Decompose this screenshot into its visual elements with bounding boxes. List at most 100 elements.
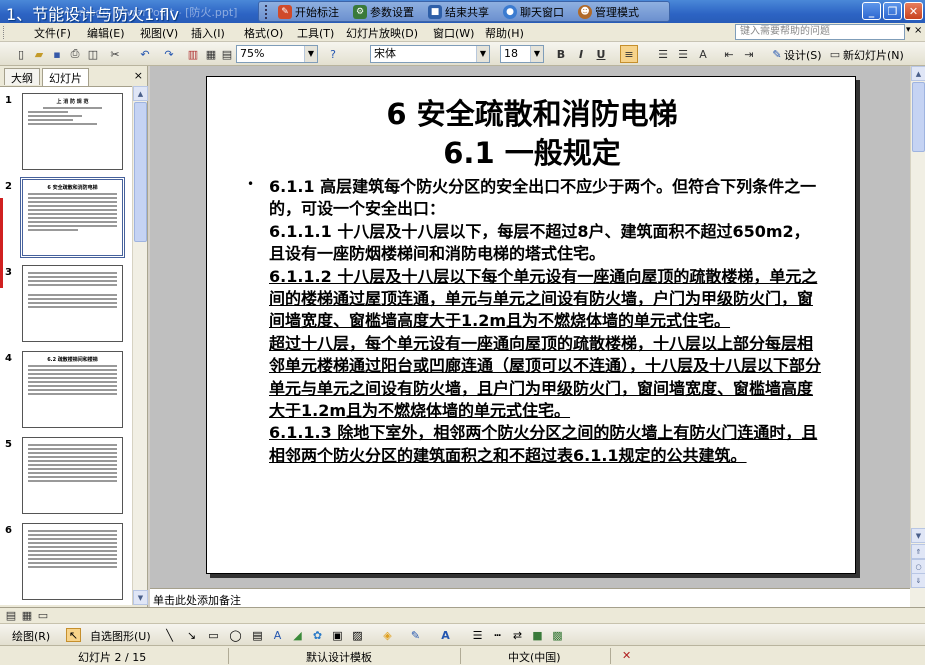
indent-icon[interactable]: ⇤ — [720, 45, 738, 63]
menu-help[interactable]: 帮助(H) — [485, 25, 524, 41]
arrow-icon[interactable]: ↘ — [184, 628, 199, 642]
3d-icon[interactable]: ▩ — [550, 628, 565, 642]
font-name-select[interactable]: 宋体 ▼ — [370, 45, 490, 63]
restore-button[interactable]: ❐ — [883, 2, 902, 20]
font-color-icon[interactable]: A — [438, 628, 453, 642]
font-size-select[interactable]: 18 ▼ — [500, 45, 544, 63]
dash-style-icon[interactable]: ┅ — [490, 628, 505, 642]
menu-window[interactable]: 窗口(W) — [433, 25, 474, 41]
print-icon[interactable]: ⎙ — [66, 45, 84, 63]
end-share-button[interactable]: ■ 结束共享 — [424, 3, 493, 20]
bullets-icon[interactable]: ☰ — [674, 45, 692, 63]
draw-menu-button[interactable]: 绘图(R) — [12, 628, 50, 644]
slide-thumbnail[interactable]: 1 上 消 防 规 范 — [0, 93, 132, 177]
numbering-icon[interactable]: ☰ — [654, 45, 672, 63]
minimize-button[interactable]: _ — [862, 2, 881, 20]
menu-slideshow[interactable]: 幻灯片放映(D) — [346, 25, 418, 41]
menu-file[interactable]: 文件(F) — [34, 25, 71, 41]
insert-image-icon[interactable]: ▨ — [350, 628, 365, 642]
cut-icon[interactable]: ✂ — [106, 45, 124, 63]
chat-window-button[interactable]: ● 聊天窗口 — [499, 3, 568, 20]
new-file-icon[interactable]: ▯ — [12, 45, 30, 63]
scroll-up-icon[interactable]: ▲ — [133, 86, 148, 101]
chevron-down-icon: ▼ — [476, 46, 489, 62]
notes-scrollbar[interactable] — [910, 588, 925, 607]
scroll-thumb[interactable] — [134, 102, 147, 242]
select-cursor-icon[interactable]: ↖ — [66, 628, 81, 642]
font-grow-icon[interactable]: A — [694, 45, 712, 63]
slide-thumbnail[interactable]: 3 — [0, 265, 132, 349]
close-document-icon[interactable]: × — [914, 25, 922, 36]
menu-format[interactable]: 格式(O) — [244, 25, 283, 41]
scroll-thumb[interactable] — [912, 82, 925, 152]
diagram-icon[interactable]: ◢ — [290, 628, 305, 642]
arrow-style-icon[interactable]: ⇄ — [510, 628, 525, 642]
open-folder-icon[interactable]: ▰ — [30, 45, 48, 63]
slide-preview-title: 上 消 防 规 范 — [56, 99, 89, 105]
fill-color-icon[interactable]: ◈ — [380, 628, 395, 642]
line-icon[interactable]: ╲ — [162, 628, 177, 642]
zoom-select[interactable]: 75% ▼ — [236, 45, 318, 63]
clipart-icon[interactable]: ✿ — [310, 628, 325, 642]
align-left-icon[interactable]: ≡ — [620, 45, 638, 63]
close-button[interactable]: ✕ — [904, 2, 923, 20]
preview-icon[interactable]: ◫ — [84, 45, 102, 63]
select-object-icon[interactable]: ○ — [911, 559, 925, 574]
outdent-icon[interactable]: ⇥ — [740, 45, 758, 63]
slide-thumbnail[interactable]: 4 6.2 疏散楼梯间和楼梯 — [0, 351, 132, 435]
menu-edit[interactable]: 编辑(E) — [87, 25, 125, 41]
bold-button[interactable]: B — [552, 45, 570, 63]
slide-canvas[interactable]: 6 安全疏散和消防电梯 6.1 一般规定 • 6.1.1 高层建筑每个防火分区的… — [206, 76, 856, 574]
tab-outline[interactable]: 大纲 — [4, 68, 40, 85]
settings-icon: ⚙ — [353, 4, 367, 19]
previous-slide-icon[interactable]: ⇑ — [911, 544, 925, 559]
notes-pane[interactable]: 单击此处添加备注 — [150, 588, 910, 607]
autoshapes-button[interactable]: 自选图形(U) — [90, 628, 151, 644]
design-button[interactable]: 设计(S) — [784, 47, 822, 63]
slide-subtitle[interactable]: 6.1 一般规定 — [207, 130, 857, 172]
admin-mode-button[interactable]: ☻ 管理模式 — [574, 3, 643, 20]
settings-button[interactable]: ⚙ 参数设置 — [349, 3, 418, 20]
slideshow-view-icon[interactable]: ▭ — [34, 608, 52, 623]
menu-insert[interactable]: 插入(I) — [191, 25, 225, 41]
undo-icon[interactable]: ↶ — [136, 45, 154, 63]
slide-thumbnail[interactable]: 6 — [0, 523, 132, 605]
shadow-icon[interactable]: ■ — [530, 628, 545, 642]
ellipse-icon[interactable]: ◯ — [228, 628, 243, 642]
scroll-down-icon[interactable]: ▼ — [911, 528, 925, 543]
next-slide-icon[interactable]: ⇓ — [911, 573, 925, 588]
slide-body-text[interactable]: 6.1.1 高层建筑每个防火分区的安全出口不应少于两个。但符合下列条件之一的，可… — [269, 176, 825, 467]
meeting-toolbar: ✎ 开始标注 ⚙ 参数设置 ■ 结束共享 ● 聊天窗口 ☻ 管理模式 — [258, 1, 670, 22]
new-slide-button[interactable]: 新幻灯片(N) — [843, 47, 904, 63]
save-icon[interactable]: ▪ — [48, 45, 66, 63]
underline-button[interactable]: U — [592, 45, 610, 63]
picture-icon[interactable]: ▣ — [330, 628, 345, 642]
help-search-input[interactable]: 键入需要帮助的问题 — [735, 24, 905, 40]
help-icon[interactable]: ? — [324, 45, 342, 63]
chart-icon[interactable]: ▥ — [184, 45, 202, 63]
menu-tools[interactable]: 工具(T) — [297, 25, 334, 41]
new-slide-icon[interactable]: ▭ — [826, 45, 844, 63]
menu-view[interactable]: 视图(V) — [140, 25, 178, 41]
help-dropdown-icon[interactable]: ▾ — [906, 25, 911, 35]
slide-thumbnail[interactable]: 5 — [0, 437, 132, 521]
wordart-icon[interactable]: A — [270, 628, 285, 642]
scroll-down-icon[interactable]: ▼ — [133, 590, 148, 605]
textbox-icon[interactable]: ▤ — [250, 628, 265, 642]
line-style-icon[interactable]: ☰ — [470, 628, 485, 642]
slides-scrollbar[interactable]: ▲ ▼ — [132, 86, 148, 605]
redo-icon[interactable]: ↷ — [160, 45, 178, 63]
close-icon[interactable]: × — [134, 69, 143, 82]
rectangle-icon[interactable]: ▭ — [206, 628, 221, 642]
scroll-up-icon[interactable]: ▲ — [911, 66, 925, 81]
horizontal-scrollbar[interactable] — [148, 607, 925, 623]
start-annotate-button[interactable]: ✎ 开始标注 — [274, 3, 343, 20]
editor-scrollbar[interactable]: ▲ ▼ ⇑ ○ ⇓ — [910, 66, 925, 588]
paragraph: 6.1.1.1 十八层及十八层以下，每层不超过8户、建筑面积不超过650m2，且… — [269, 221, 810, 264]
slide-title[interactable]: 6 安全疏散和消防电梯 — [207, 91, 857, 133]
italic-button[interactable]: I — [572, 45, 590, 63]
line-color-icon[interactable]: ✎ — [408, 628, 423, 642]
slide-thumbnail-selected[interactable]: 2 6 安全疏散和消防电梯 — [0, 177, 132, 263]
tab-slides[interactable]: 幻灯片 — [42, 68, 89, 86]
grid-icon[interactable]: ▤ — [218, 45, 236, 63]
